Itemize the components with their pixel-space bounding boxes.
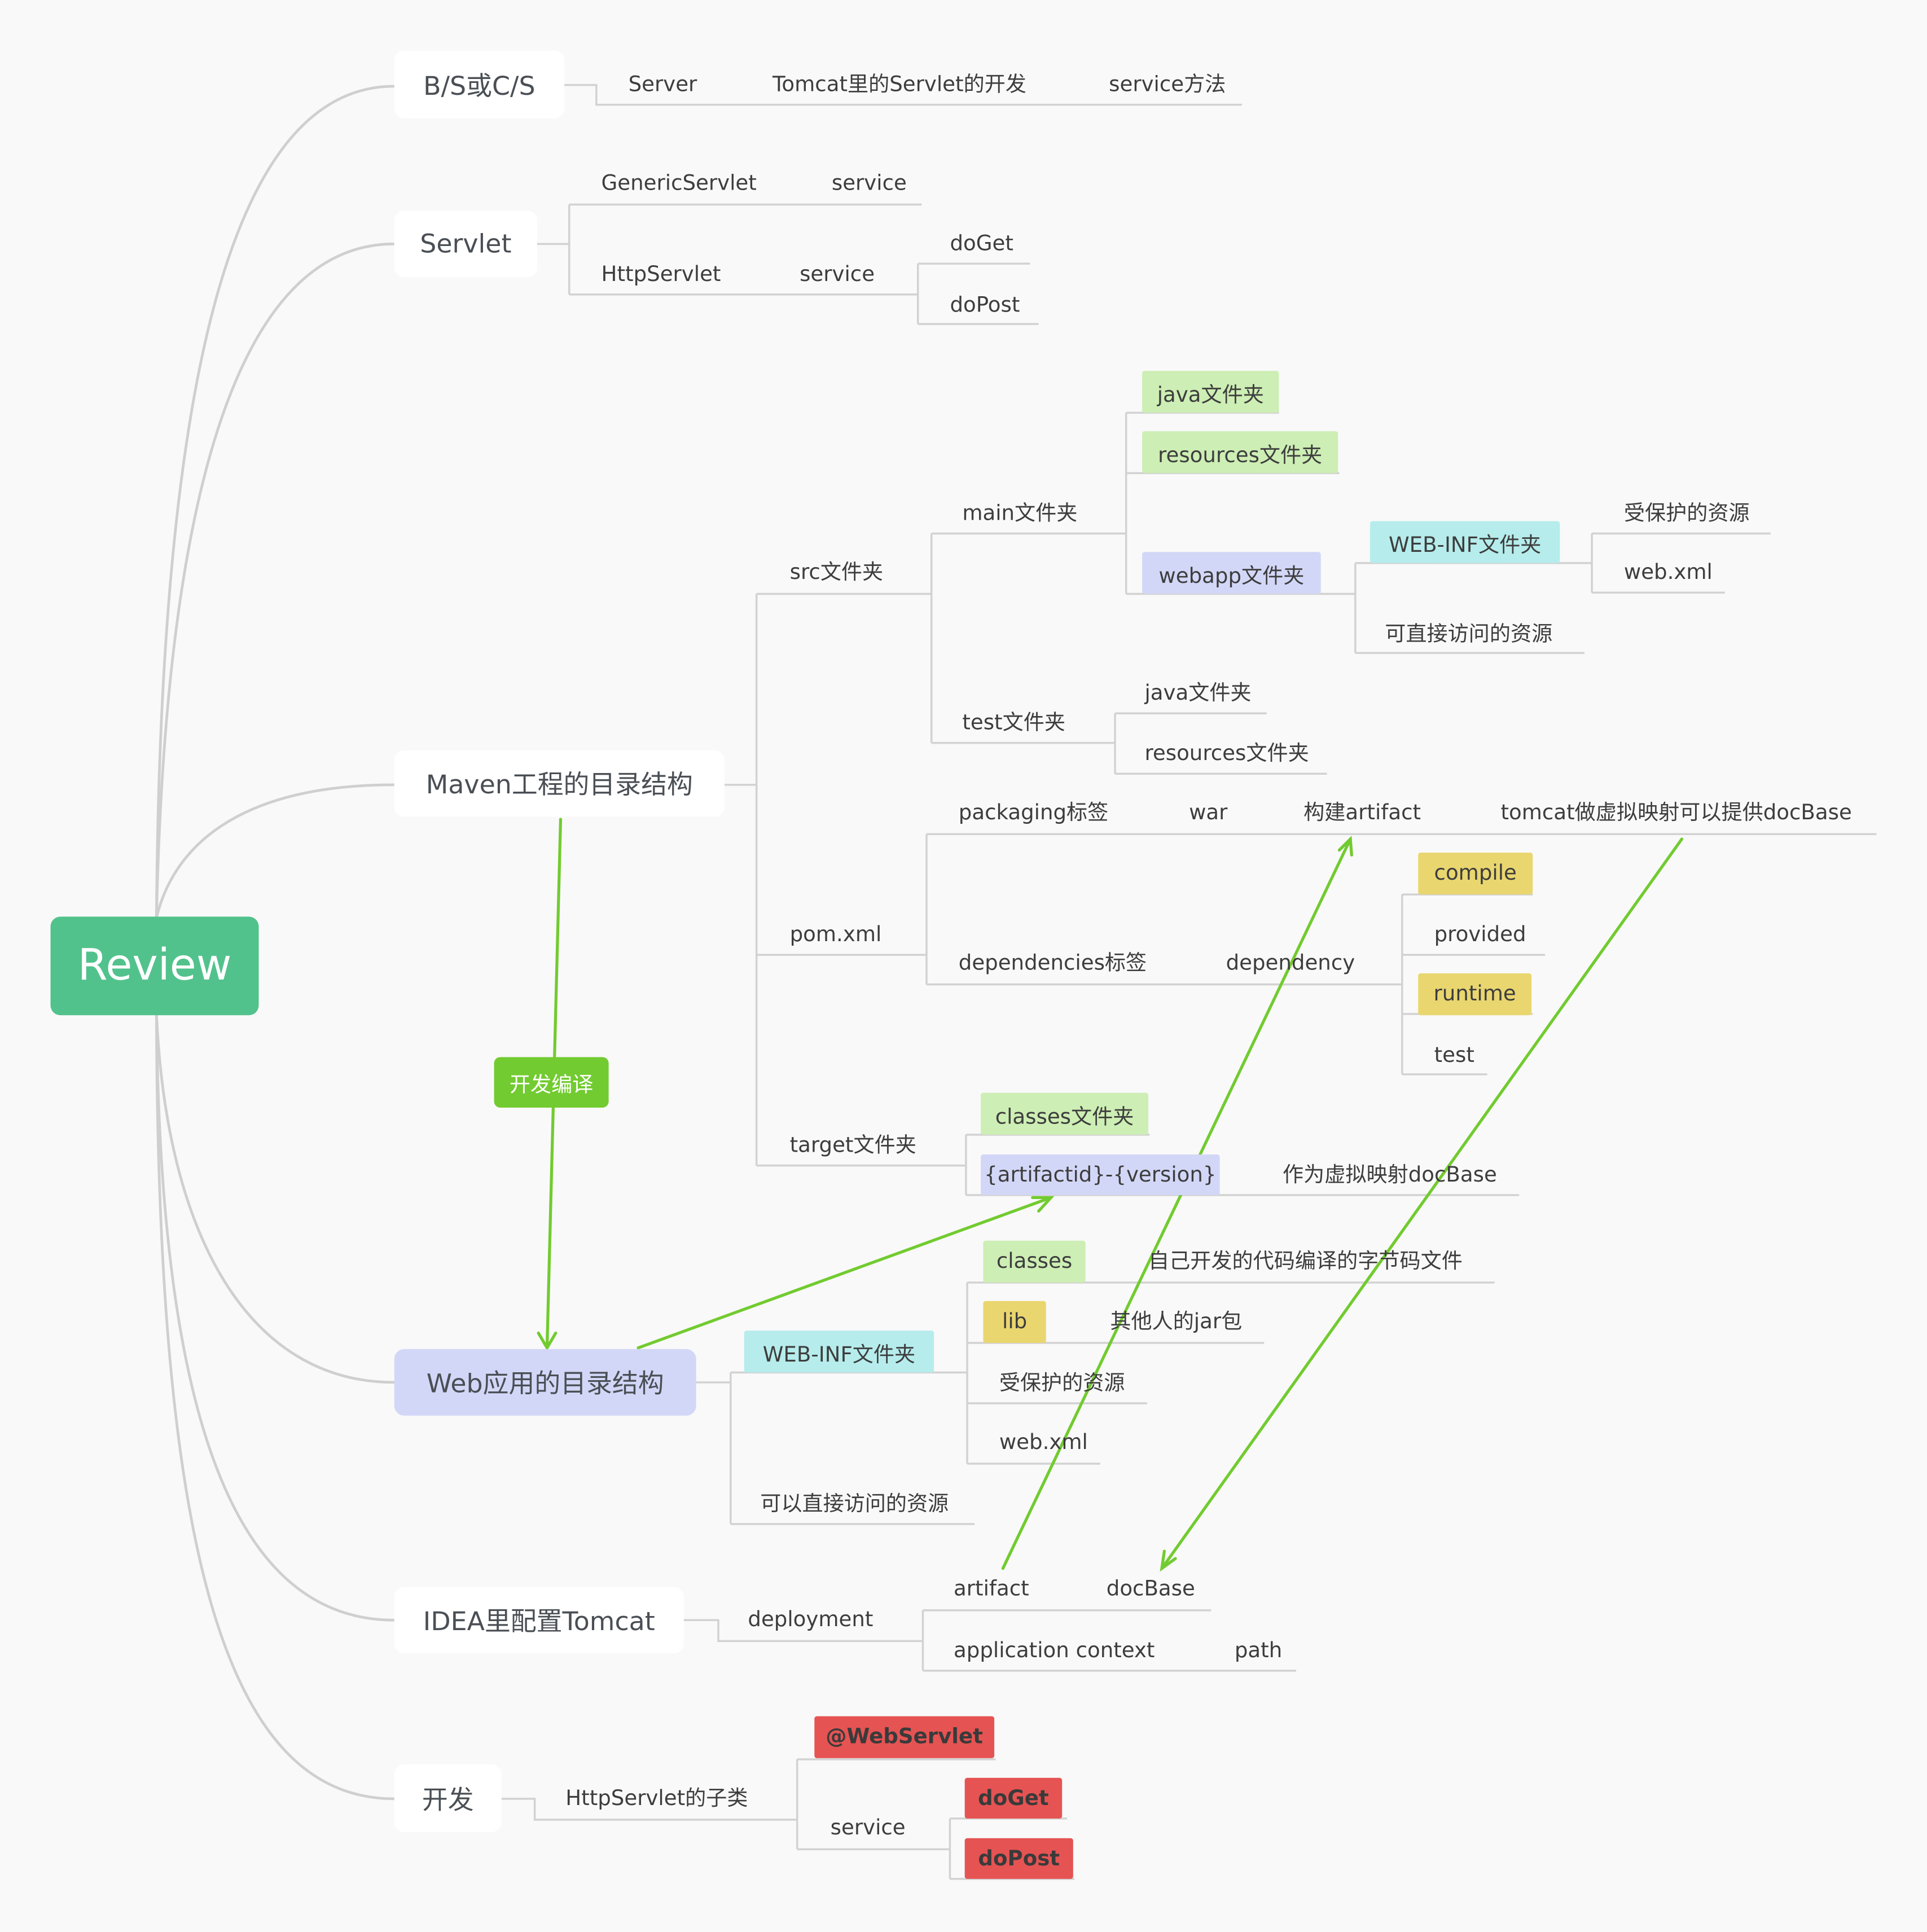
node-web-webxml[interactable]: web.xml [999, 1429, 1088, 1456]
root-node[interactable]: Review [50, 916, 259, 1016]
node-bs-label: B/S或C/S [423, 71, 535, 100]
node-dev-service[interactable]: service [831, 1815, 906, 1842]
root-connector-dev [155, 1012, 396, 1801]
node-webapp-label: webapp文件夹 [1158, 563, 1305, 589]
node-app-context[interactable]: application context [954, 1637, 1155, 1665]
relation-compile-label[interactable]: 开发编译 [494, 1057, 609, 1108]
node-target-classes-label: classes文件夹 [995, 1104, 1134, 1130]
node-src[interactable]: src文件夹 [790, 559, 884, 586]
node-packaging[interactable]: packaging标签 [959, 800, 1109, 827]
relation-docbase-line [1160, 837, 1684, 1570]
mind-map-canvas: Review B/S或C/S Server Tomcat里的Servlet的开发… [0, 0, 1927, 1932]
node-subclass[interactable]: HttpServlet的子类 [565, 1785, 748, 1812]
node-web-lib[interactable]: lib [983, 1301, 1046, 1343]
node-target[interactable]: target文件夹 [790, 1132, 916, 1160]
node-servlet-label: Servlet [420, 229, 512, 259]
node-idea[interactable]: IDEA里配置Tomcat [394, 1587, 684, 1654]
relation-build-line [1001, 837, 1352, 1570]
node-web-lib-label: lib [1002, 1310, 1028, 1334]
node-web-classes-label: classes [996, 1249, 1073, 1274]
node-build-artifact[interactable]: 构建artifact [1303, 800, 1421, 827]
relation-compile-label-text: 开发编译 [509, 1073, 594, 1098]
node-webservlet-annotation[interactable]: @WebServlet [814, 1716, 995, 1758]
node-web-webinf[interactable]: WEB-INF文件夹 [744, 1331, 934, 1373]
node-maven-public[interactable]: 可直接访问的资源 [1385, 621, 1552, 648]
node-servlet[interactable]: Servlet [394, 210, 538, 278]
root-label: Review [77, 941, 232, 991]
node-path[interactable]: path [1235, 1637, 1282, 1665]
node-service-method[interactable]: service方法 [1109, 72, 1226, 99]
node-dev-dopost[interactable]: doPost [964, 1838, 1073, 1879]
node-dopost[interactable]: doPost [950, 292, 1020, 319]
node-pom[interactable]: pom.xml [790, 921, 882, 949]
root-connector-servlet [155, 242, 396, 920]
node-artifact-version[interactable]: {artifactid}-{version} [981, 1154, 1220, 1195]
node-dev-label: 开发 [422, 1784, 474, 1815]
node-deployment[interactable]: deployment [748, 1606, 873, 1634]
node-scope-runtime-label: runtime [1433, 982, 1516, 1007]
node-scope-compile-label: compile [1434, 861, 1517, 886]
node-dev[interactable]: 开发 [394, 1764, 502, 1832]
node-web[interactable]: Web应用的目录结构 [394, 1349, 696, 1416]
node-war[interactable]: war [1189, 800, 1227, 827]
node-maven-webinf[interactable]: WEB-INF文件夹 [1370, 521, 1560, 563]
node-maven-webinf-label: WEB-INF文件夹 [1388, 533, 1542, 558]
node-web-classes-note[interactable]: 自己开发的代码编译的字节码文件 [1148, 1248, 1463, 1275]
node-dependency[interactable]: dependency [1226, 950, 1355, 977]
node-generic-servlet[interactable]: GenericServlet [602, 170, 757, 197]
node-idea-label: IDEA里配置Tomcat [423, 1606, 655, 1636]
node-web-lib-note[interactable]: 其他人的jar包 [1110, 1309, 1242, 1336]
node-main[interactable]: main文件夹 [962, 500, 1077, 528]
node-maven-protected[interactable]: 受保护的资源 [1624, 500, 1750, 528]
node-maven-label: Maven工程的目录结构 [425, 770, 693, 800]
node-artifact-note[interactable]: 作为虚拟映射docBase [1283, 1162, 1497, 1189]
node-main-java-label: java文件夹 [1157, 382, 1264, 407]
node-scope-compile[interactable]: compile [1418, 852, 1533, 895]
node-web-public[interactable]: 可以直接访问的资源 [760, 1491, 949, 1518]
node-test-resources[interactable]: resources文件夹 [1144, 740, 1309, 767]
node-main-java[interactable]: java文件夹 [1142, 371, 1279, 413]
node-dev-doget[interactable]: doGet [964, 1777, 1063, 1819]
node-dependencies[interactable]: dependencies标签 [959, 950, 1147, 977]
node-main-resources[interactable]: resources文件夹 [1142, 431, 1338, 473]
node-maven-webxml[interactable]: web.xml [1624, 559, 1713, 586]
node-scope-provided[interactable]: provided [1434, 921, 1526, 949]
node-http-service[interactable]: service [800, 261, 875, 288]
node-target-classes[interactable]: classes文件夹 [981, 1092, 1149, 1135]
root-connector-bs [155, 85, 396, 920]
node-deploy-artifact[interactable]: artifact [954, 1576, 1029, 1603]
node-scope-test[interactable]: test [1434, 1042, 1474, 1069]
root-connector-maven [155, 783, 396, 920]
node-bs[interactable]: B/S或C/S [394, 50, 565, 118]
node-tomcat-servlet-dev[interactable]: Tomcat里的Servlet的开发 [772, 72, 1026, 99]
node-doget[interactable]: doGet [950, 230, 1013, 257]
node-scope-runtime[interactable]: runtime [1418, 973, 1532, 1016]
node-webapp[interactable]: webapp文件夹 [1142, 552, 1321, 594]
node-http-servlet[interactable]: HttpServlet [602, 261, 721, 288]
node-dev-dopost-label: doPost [978, 1846, 1060, 1871]
node-test[interactable]: test文件夹 [962, 710, 1065, 737]
node-server[interactable]: Server [629, 72, 697, 99]
node-tomcat-docbase-note[interactable]: tomcat做虚拟映射可以提供docBase [1501, 800, 1852, 827]
node-dev-doget-label: doGet [978, 1785, 1049, 1811]
root-connector-web [155, 1012, 396, 1384]
node-test-java[interactable]: java文件夹 [1144, 680, 1251, 707]
node-webservlet-annotation-label: @WebServlet [826, 1724, 983, 1750]
node-maven[interactable]: Maven工程的目录结构 [394, 750, 725, 817]
node-web-protected[interactable]: 受保护的资源 [999, 1370, 1125, 1397]
node-artifact-version-label: {artifactid}-{version} [984, 1162, 1217, 1187]
node-main-resources-label: resources文件夹 [1158, 442, 1323, 468]
node-deploy-docbase[interactable]: docBase [1107, 1576, 1195, 1603]
node-web-label: Web应用的目录结构 [426, 1368, 664, 1399]
node-web-classes[interactable]: classes [983, 1240, 1086, 1283]
node-web-webinf-label: WEB-INF文件夹 [762, 1342, 916, 1367]
node-generic-service[interactable]: service [832, 170, 907, 197]
